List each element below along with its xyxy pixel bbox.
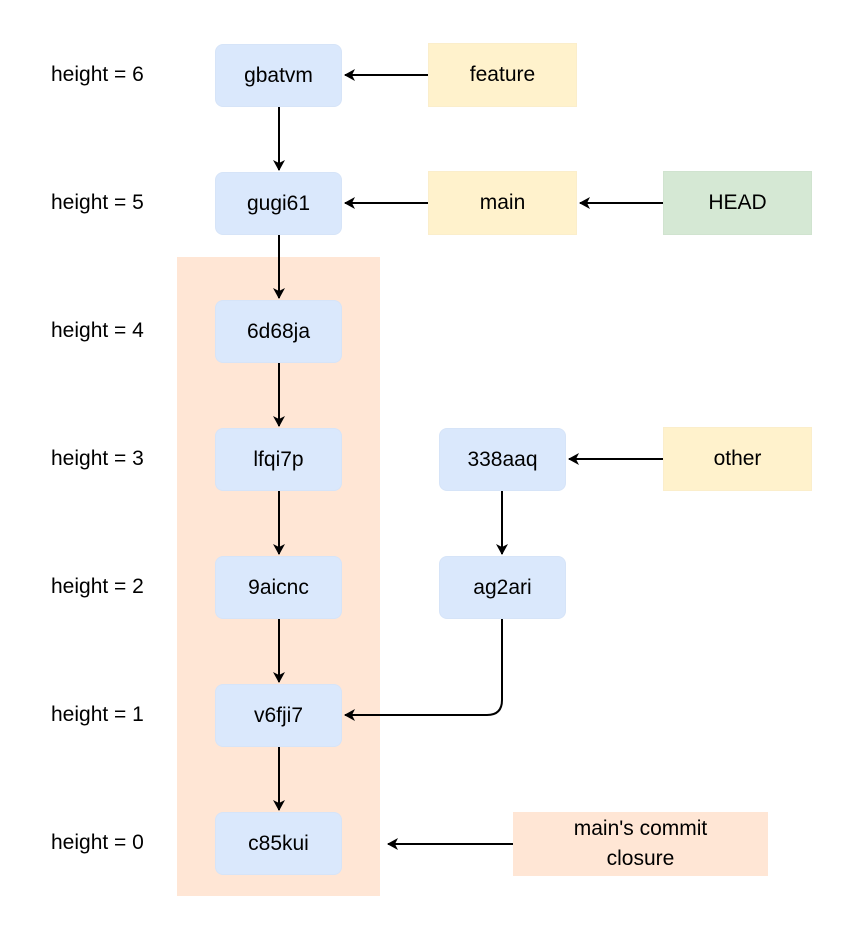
commit-9aicnc: 9aicnc <box>215 556 342 619</box>
commit-6d68ja: 6d68ja <box>215 300 342 363</box>
ref-head: HEAD <box>663 171 812 235</box>
ref-other: other <box>663 427 812 491</box>
ref-feature: feature <box>428 43 577 107</box>
ref-main: main <box>428 171 577 235</box>
commit-gugi61: gugi61 <box>215 172 342 235</box>
commit-c85kui: c85kui <box>215 812 342 875</box>
commit-lfqi7p: lfqi7p <box>215 428 342 491</box>
commit-338aaq: 338aaq <box>439 428 566 491</box>
closure-label: main's commit closure <box>513 812 768 876</box>
commit-gbatvm: gbatvm <box>215 44 342 107</box>
commit-ag2ari: ag2ari <box>439 556 566 619</box>
commit-v6fji7: v6fji7 <box>215 684 342 747</box>
edge-ag2ari-v6fji7 <box>344 619 503 721</box>
